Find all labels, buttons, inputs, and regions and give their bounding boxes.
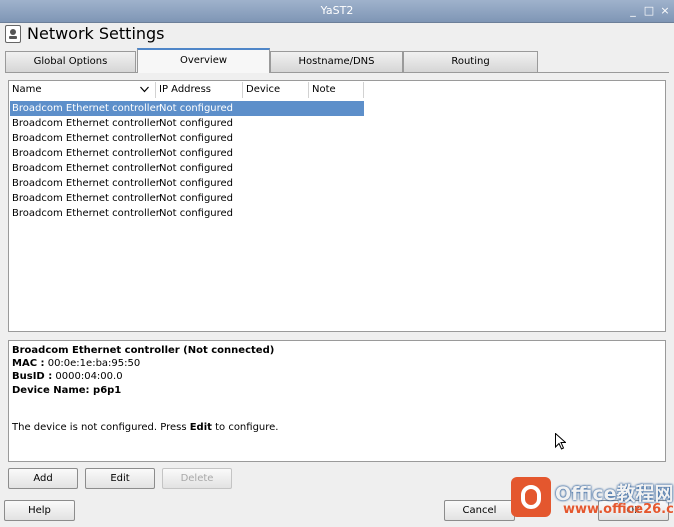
column-header-note[interactable]: Note <box>309 82 364 98</box>
table-row[interactable]: Broadcom Ethernet controller Not configu… <box>10 146 364 161</box>
table-row[interactable]: Broadcom Ethernet controller Not configu… <box>10 131 364 146</box>
tab-global-options[interactable]: Global Options <box>5 51 136 72</box>
cell-name: Broadcom Ethernet controller <box>12 148 160 159</box>
sort-chevron-icon[interactable] <box>140 86 149 93</box>
cell-name: Broadcom Ethernet controller <box>12 163 160 174</box>
column-header-ip-address[interactable]: IP Address <box>156 82 243 98</box>
cell-name: Broadcom Ethernet controller <box>12 208 160 219</box>
table-row[interactable]: Broadcom Ethernet controller Not configu… <box>10 176 364 191</box>
tab-routing[interactable]: Routing <box>403 51 538 72</box>
table-row[interactable]: Broadcom Ethernet controller Not configu… <box>10 116 364 131</box>
device-name-label: Device Name: <box>12 385 90 396</box>
details-busid: BusID : 0000:04:00.0 <box>12 371 123 382</box>
cell-ip-address: Not configured <box>159 193 234 204</box>
column-header-name[interactable]: Name <box>9 82 156 98</box>
details-device-name: Device Name: p6p1 <box>12 385 121 396</box>
watermark: Office教程网 www.office26.com <box>505 473 674 523</box>
network-settings-icon <box>5 25 21 43</box>
mac-label: MAC : <box>12 358 45 369</box>
busid-value: 0000:04:00.0 <box>55 371 123 382</box>
cell-name: Broadcom Ethernet controller <box>12 118 160 129</box>
help-button[interactable]: Help <box>4 500 75 521</box>
cell-name: Broadcom Ethernet controller <box>12 193 160 204</box>
delete-button[interactable]: Delete <box>162 468 232 489</box>
cell-ip-address: Not configured <box>159 118 234 129</box>
tab-hostname-dns[interactable]: Hostname/DNS <box>270 51 403 72</box>
page-title: Network Settings <box>27 24 165 43</box>
cell-name: Broadcom Ethernet controller <box>12 178 160 189</box>
minimize-icon[interactable]: _ <box>626 4 640 18</box>
maximize-icon[interactable]: □ <box>642 4 656 18</box>
window-titlebar[interactable]: YaST2 _ □ × <box>0 0 674 23</box>
cell-ip-address: Not configured <box>159 178 234 189</box>
close-icon[interactable]: × <box>658 4 672 18</box>
edit-button[interactable]: Edit <box>85 468 155 489</box>
column-header-device[interactable]: Device <box>243 82 309 98</box>
watermark-url: www.office26.com <box>563 502 674 517</box>
details-mac: MAC : 00:0e:1e:ba:95:50 <box>12 358 140 369</box>
cell-name: Broadcom Ethernet controller <box>12 103 160 114</box>
details-message: The device is not configured. Press Edit… <box>12 422 278 433</box>
add-button[interactable]: Add <box>8 468 78 489</box>
details-heading: Broadcom Ethernet controller (Not connec… <box>12 345 275 356</box>
column-header-label: Name <box>12 84 42 95</box>
cell-ip-address: Not configured <box>159 133 234 144</box>
cell-ip-address: Not configured <box>159 148 234 159</box>
table-row[interactable]: Broadcom Ethernet controller Not configu… <box>10 191 364 206</box>
tab-overview[interactable]: Overview <box>137 48 270 73</box>
message-edit-keyword: Edit <box>189 422 212 433</box>
message-text-end: to configure. <box>211 422 279 433</box>
office-logo-icon <box>511 477 551 517</box>
cell-ip-address: Not configured <box>159 208 234 219</box>
window-title: YaST2 <box>320 4 354 17</box>
message-text: The device is not configured. Press <box>12 422 190 433</box>
cell-ip-address: Not configured <box>159 103 234 114</box>
mac-value: 00:0e:1e:ba:95:50 <box>47 358 141 369</box>
busid-label: BusID : <box>12 371 53 382</box>
device-name-value: p6p1 <box>93 385 122 396</box>
table-row[interactable]: Broadcom Ethernet controller Not configu… <box>10 206 364 221</box>
table-row[interactable]: Broadcom Ethernet controller Not configu… <box>10 161 364 176</box>
cell-ip-address: Not configured <box>159 163 234 174</box>
cell-name: Broadcom Ethernet controller <box>12 133 160 144</box>
mouse-cursor-icon <box>555 433 566 450</box>
table-row[interactable]: Broadcom Ethernet controller Not configu… <box>10 101 364 116</box>
